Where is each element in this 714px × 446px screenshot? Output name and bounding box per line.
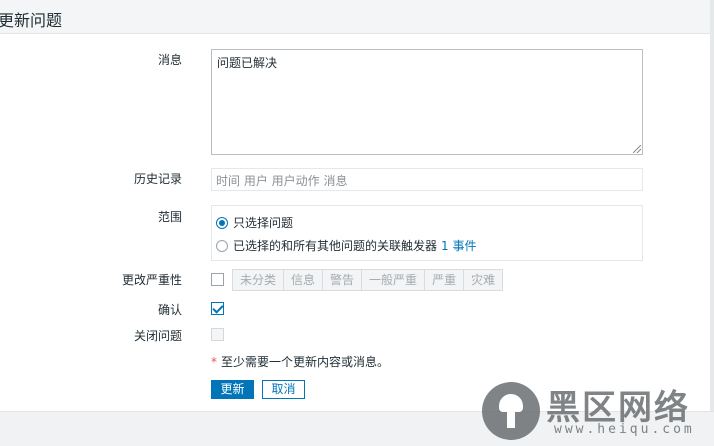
watermark: 黑区网络 www.heiqu.com — [482, 380, 712, 442]
radio-checked-icon[interactable] — [216, 216, 228, 229]
message-value: 问题已解决 — [217, 56, 278, 70]
close-problem-label: 关闭问题 — [133, 329, 182, 343]
history-label: 历史记录 — [133, 172, 182, 186]
page-title: 更新问题 — [0, 11, 63, 30]
update-button[interactable]: 更新 — [211, 380, 254, 399]
scope-option-related-trigger[interactable]: 已选择的和所有其他问题的关联触发器 1 事件 — [216, 237, 476, 254]
acknowledge-label: 确认 — [157, 303, 182, 317]
radio-unchecked-icon[interactable] — [216, 239, 228, 252]
required-note-text: 至少需要一个更新内容或消息。 — [221, 355, 390, 369]
scope-option-label: 已选择的和所有其他问题的关联触发器 — [233, 239, 438, 253]
page-header: 更新问题 — [0, 0, 714, 34]
message-label: 消息 — [157, 53, 182, 67]
severity-label: 更改严重性 — [121, 273, 182, 287]
message-textarea[interactable]: 问题已解决 — [211, 49, 643, 155]
watermark-url: www.heiqu.com — [554, 422, 695, 437]
scope-option-selected-problem[interactable]: 只选择问题 — [216, 214, 293, 231]
required-star: * — [211, 355, 217, 369]
severity-high[interactable]: 严重 — [425, 269, 465, 291]
watermark-logo-icon — [482, 382, 540, 440]
severity-checkbox[interactable] — [211, 273, 224, 286]
cancel-button[interactable]: 取消 — [262, 380, 305, 399]
acknowledge-checkbox[interactable] — [211, 302, 224, 315]
severity-disaster[interactable]: 灾难 — [464, 269, 504, 291]
history-table: 时间 用户 用户动作 消息 — [211, 168, 643, 191]
severity-information[interactable]: 信息 — [284, 269, 324, 291]
events-link[interactable]: 1 事件 — [441, 237, 476, 254]
scope-radio-group: 只选择问题 已选择的和所有其他问题的关联触发器 1 事件 — [211, 205, 643, 261]
scope-label: 范围 — [157, 210, 182, 224]
severity-average[interactable]: 一般严重 — [362, 269, 426, 291]
scope-option-label: 只选择问题 — [233, 216, 294, 230]
required-note: * 至少需要一个更新内容或消息。 — [211, 353, 389, 370]
severity-button-group: 未分类 信息 警告 一般严重 严重 灾难 — [232, 269, 504, 291]
history-header: 时间 用户 用户动作 消息 — [216, 174, 348, 188]
severity-warning[interactable]: 警告 — [323, 269, 363, 291]
severity-not-classified[interactable]: 未分类 — [232, 269, 285, 291]
close-problem-checkbox[interactable] — [211, 328, 224, 341]
resize-handle-icon[interactable] — [633, 145, 641, 153]
